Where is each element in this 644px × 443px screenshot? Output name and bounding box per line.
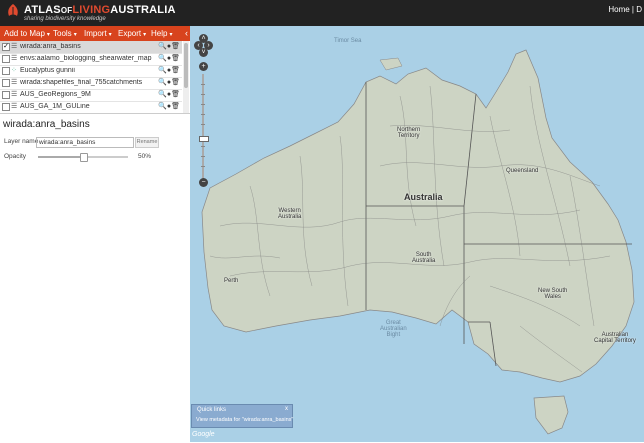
map-label-western-australia: Western Australia (278, 208, 302, 220)
logo-living: LIVING (72, 4, 111, 16)
list-icon: ☰ (11, 55, 18, 62)
zoom-tick (201, 166, 205, 167)
menu-label: Help (151, 29, 168, 38)
opacity-slider-handle[interactable] (80, 153, 88, 162)
map-label-australia: Australia (404, 192, 443, 202)
layer-checkbox[interactable]: ✓ (2, 43, 10, 51)
chevron-down-icon: ▾ (169, 32, 173, 38)
map-label-northern-territory: Northern Territory (397, 127, 421, 139)
collapse-panel-button[interactable]: ‹ (185, 28, 188, 38)
zoom-tick (201, 94, 205, 95)
layer-name-input[interactable]: wirada:anra_basins (36, 137, 134, 148)
close-icon[interactable]: x (285, 406, 288, 412)
map-label-perth: Perth (224, 278, 239, 284)
layer-checkbox[interactable] (2, 103, 10, 111)
tasmania (533, 395, 569, 435)
logo-of: OF (60, 6, 73, 15)
map-label-act: Australian Capital Territory (594, 332, 636, 344)
menu-tools[interactable]: Tools ▾ (53, 29, 77, 38)
map-label-south-australia: South Australia (412, 252, 436, 264)
menu-label: Export (118, 29, 142, 38)
layer-name: wirada:shapefiles_final_755catchments (20, 79, 143, 86)
opacity-label: Opacity (4, 153, 27, 160)
zoom-tick (201, 84, 205, 85)
menu-bar: Add to Map ▾ Tools ▾ Import ▾ Export ▾ Help ▾… (0, 26, 190, 41)
zoom-slider[interactable] (202, 74, 204, 180)
header-bar: ATLASOFLIVINGAUSTRALIA sharing biodivers… (0, 0, 644, 26)
layer-checkbox[interactable] (2, 91, 10, 99)
menu-add-to-map[interactable]: Add to Map ▾ (4, 29, 50, 38)
zoom-tick (201, 156, 205, 157)
menu-export[interactable]: Export ▾ (118, 29, 146, 38)
top-links[interactable]: Home | D (608, 5, 642, 14)
list-icon: ☰ (11, 91, 18, 98)
layer-name: AUS_GeoRegions_9M (20, 91, 91, 98)
layer-tools-icon[interactable]: 🔍●🗑 (158, 66, 180, 74)
layer-list: ✓ ☰ wirada:anra_basins 🔍●🗑 ☰ envs:aalamo… (0, 41, 182, 114)
layer-name-label: Layer name (4, 138, 39, 145)
menu-import[interactable]: Import ▾ (84, 29, 112, 38)
scatter-icon: ⁘ (11, 67, 17, 74)
menu-label: Add to Map (4, 29, 45, 38)
chevron-down-icon: ▾ (73, 32, 77, 38)
map-label-new-south-wales: New South Wales (538, 288, 568, 300)
quick-links-title: Quick links (197, 407, 227, 413)
layer-list-scrollbar[interactable] (183, 41, 189, 113)
view-metadata-link[interactable]: View metadata for "wirada:anra_basins" (196, 417, 293, 423)
layer-checkbox[interactable] (2, 79, 10, 87)
layer-name: wirada:anra_basins (20, 43, 81, 50)
logo-atlas: ATLAS (24, 4, 61, 16)
chevron-down-icon: ▾ (143, 32, 147, 38)
menu-help[interactable]: Help ▾ (151, 29, 172, 38)
layer-checkbox[interactable] (2, 67, 10, 75)
google-logo: Google (192, 431, 215, 438)
rename-button[interactable]: Rename (135, 137, 159, 148)
logo-australia: AUSTRALIA (110, 4, 176, 16)
list-icon: ☰ (11, 79, 18, 86)
layer-details-panel: wirada:anra_basins Layer name wirada:anr… (0, 113, 190, 443)
chevron-down-icon: ▾ (108, 32, 112, 38)
tiwi-islands (379, 57, 403, 71)
logo-text: ATLASOFLIVINGAUSTRALIA (24, 4, 176, 16)
layer-tools-icon[interactable]: 🔍●🗑 (158, 90, 180, 98)
zoom-tick (201, 124, 205, 125)
map-label-queensland: Queensland (506, 168, 539, 174)
zoom-tick (201, 114, 205, 115)
chevron-down-icon: ▾ (46, 32, 50, 38)
layer-name: AUS_GA_1M_GULine (20, 103, 90, 110)
quick-links-panel: Quick links x View metadata for "wirada:… (191, 404, 293, 428)
mainland-australia (201, 49, 635, 383)
layer-checkbox[interactable] (2, 55, 10, 63)
zoom-tick (201, 146, 205, 147)
layer-tools-icon[interactable]: 🔍●🗑 (158, 42, 180, 50)
zoom-tick (201, 104, 205, 105)
layer-tools-icon[interactable]: 🔍●🗑 (158, 54, 180, 62)
opacity-slider[interactable] (38, 153, 128, 162)
map-label-timor-sea: Timor Sea (334, 38, 362, 44)
zoom-in-button[interactable]: + (199, 62, 208, 71)
zoom-out-button[interactable]: − (199, 178, 208, 187)
layer-name: envs:aalamo_biologging_shearwater_map (20, 55, 152, 62)
map-view[interactable]: Timor Sea Northern Territory Queensland … (190, 26, 644, 442)
list-icon: ☰ (11, 43, 18, 50)
menu-label: Tools (53, 29, 72, 38)
scrollbar-thumb[interactable] (184, 43, 188, 88)
pan-down-button[interactable]: ˅ (199, 48, 208, 57)
logo-tagline: sharing biodiversity knowledge (24, 16, 106, 22)
layer-name: Eucalyptus gunnii (20, 67, 75, 74)
opacity-value: 50% (138, 153, 152, 160)
layer-tools-icon[interactable]: 🔍●🗑 (158, 102, 180, 110)
list-icon: ☰ (11, 103, 18, 110)
menu-label: Import (84, 29, 107, 38)
zoom-slider-handle[interactable] (199, 136, 209, 142)
australia-map (201, 49, 635, 435)
opacity-slider-fill (38, 156, 83, 158)
layer-tools-icon[interactable]: 🔍●🗑 (158, 78, 180, 86)
layer-details-title: wirada:anra_basins (3, 119, 90, 130)
ala-logo-icon (8, 4, 18, 16)
map-label-great-australian-bight: Great Australian Bight (380, 320, 407, 338)
